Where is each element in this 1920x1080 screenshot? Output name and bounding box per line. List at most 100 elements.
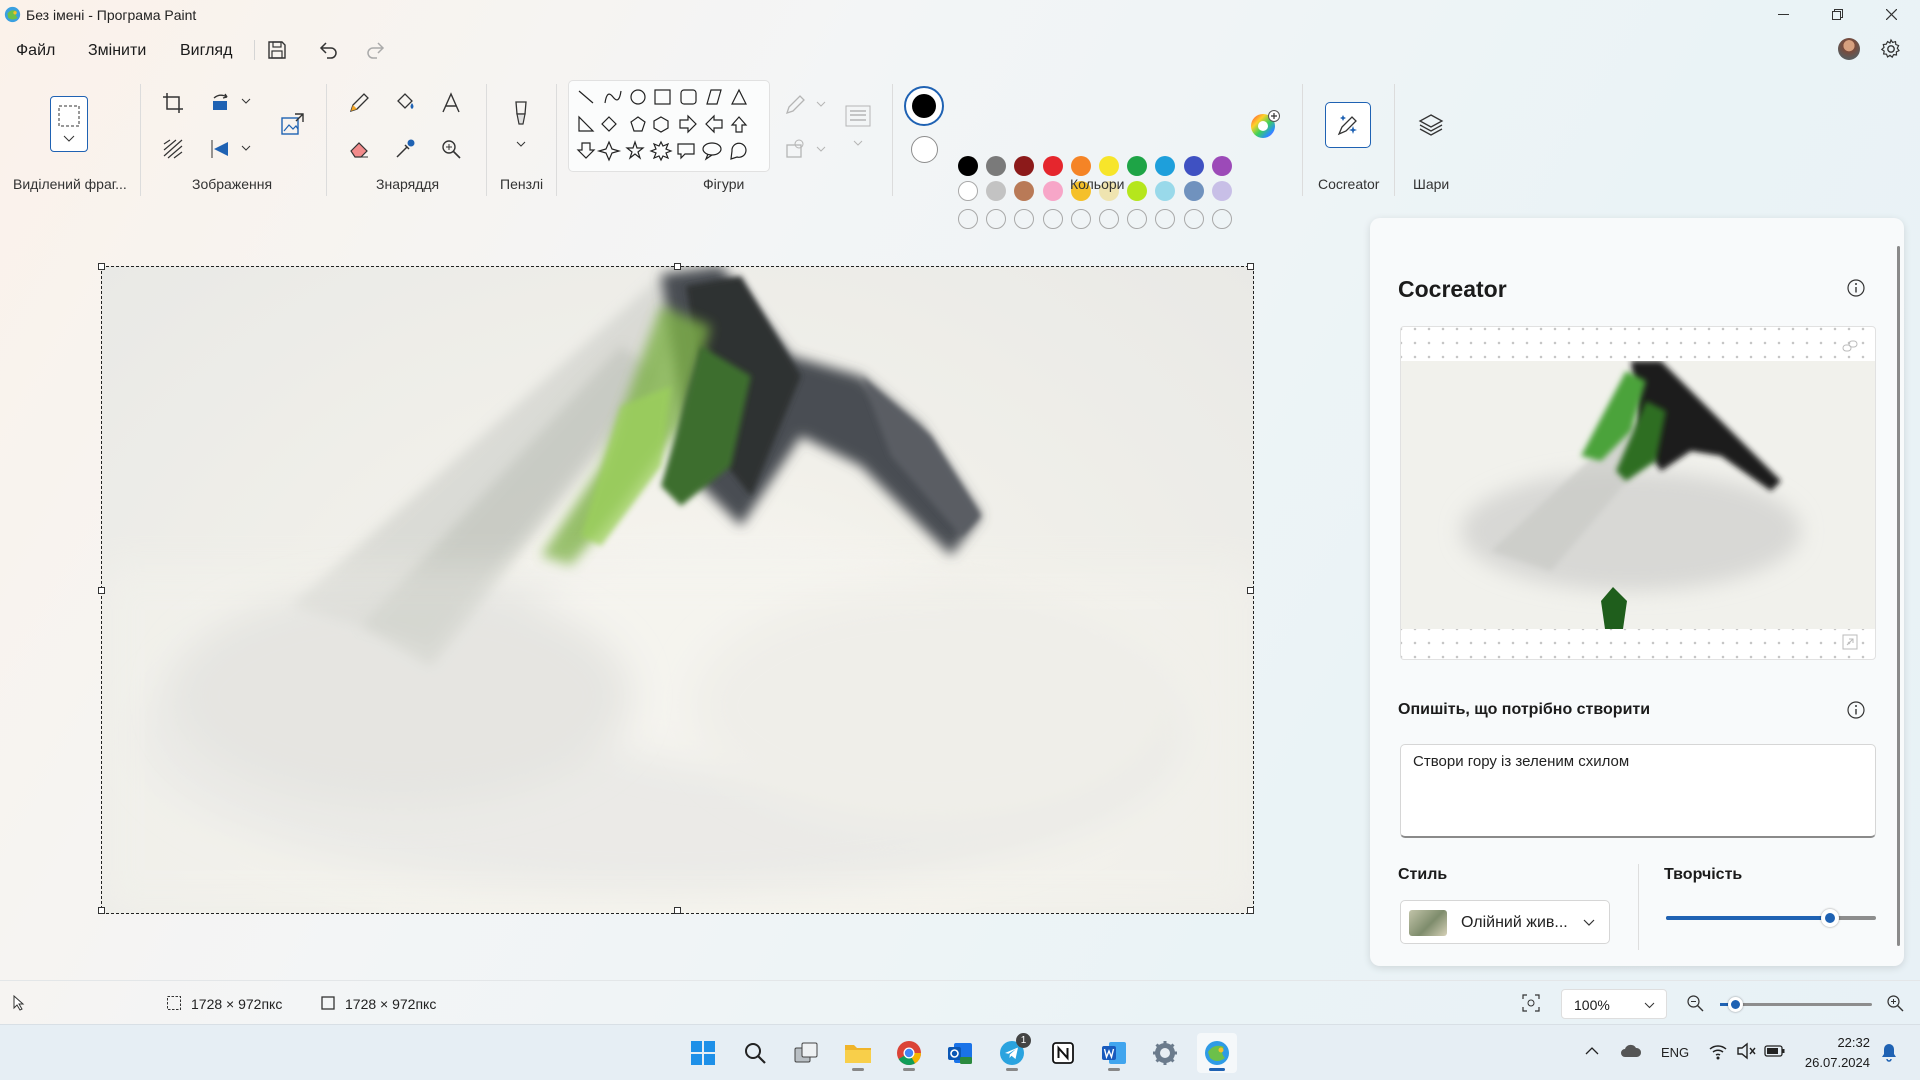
brush-icon[interactable]: [509, 100, 533, 128]
outlook-button[interactable]: [940, 1033, 980, 1073]
resize-handle-top[interactable]: [674, 263, 681, 270]
task-view-button[interactable]: [786, 1033, 826, 1073]
redo-icon[interactable]: [364, 39, 386, 61]
save-icon[interactable]: [266, 39, 288, 61]
resize-handle-left[interactable]: [98, 587, 105, 594]
menu-file[interactable]: Файл: [16, 42, 55, 60]
info-icon[interactable]: [1846, 700, 1866, 720]
palette-swatch[interactable]: [1042, 156, 1063, 176]
chevron-down-icon[interactable]: [516, 141, 526, 148]
resize-handle-bottom-right[interactable]: [1247, 907, 1254, 914]
close-button[interactable]: [1864, 0, 1918, 28]
word-button[interactable]: [1094, 1033, 1134, 1073]
zoom-dropdown[interactable]: 100%: [1561, 989, 1667, 1019]
image-creator-icon[interactable]: [279, 112, 305, 138]
fill-bucket-icon[interactable]: [394, 92, 416, 114]
palette-swatch[interactable]: [1127, 181, 1148, 201]
color2-button[interactable]: [911, 136, 938, 163]
minimize-button[interactable]: [1756, 0, 1810, 28]
palette-swatch[interactable]: [1155, 156, 1176, 176]
pencil-icon[interactable]: [348, 92, 370, 114]
fit-to-window-icon[interactable]: [1522, 994, 1540, 1012]
palette-swatch[interactable]: [1211, 181, 1232, 201]
input-language[interactable]: ENG: [1661, 1045, 1689, 1060]
resize-handle-top-left[interactable]: [98, 263, 105, 270]
palette-swatch[interactable]: [1099, 156, 1119, 176]
palette-swatch[interactable]: [1183, 181, 1204, 201]
selection-rectangle[interactable]: [98, 263, 1254, 914]
resize-handle-right[interactable]: [1247, 587, 1254, 594]
palette-swatch[interactable]: [1070, 156, 1091, 176]
panel-scrollbar[interactable]: [1897, 246, 1900, 946]
zoom-slider[interactable]: [1720, 997, 1872, 1012]
select-button[interactable]: [50, 96, 88, 152]
undo-icon[interactable]: [318, 39, 340, 61]
text-icon[interactable]: [440, 92, 462, 114]
chevron-down-icon[interactable]: [241, 145, 251, 152]
paint-taskbar-button[interactable]: [1197, 1033, 1237, 1073]
link-icon[interactable]: [1841, 337, 1859, 355]
color-picker-icon[interactable]: [394, 138, 416, 160]
cocreator-button[interactable]: [1325, 102, 1371, 148]
zoom-slider-thumb[interactable]: [1728, 997, 1744, 1012]
remove-background-icon[interactable]: [162, 138, 184, 160]
resize-handle-bottom-left[interactable]: [98, 907, 105, 914]
telegram-button[interactable]: 1: [992, 1033, 1032, 1073]
palette-swatch[interactable]: [1042, 181, 1063, 201]
palette-swatch[interactable]: [1183, 156, 1204, 176]
clock-time[interactable]: 22:32: [1834, 1035, 1870, 1050]
palette-swatch[interactable]: [958, 181, 978, 201]
notifications-bell-icon[interactable]: [1880, 1042, 1898, 1062]
palette-swatch[interactable]: [1014, 181, 1035, 201]
start-button[interactable]: [683, 1033, 723, 1073]
crop-icon[interactable]: [162, 92, 184, 114]
chrome-button[interactable]: [889, 1033, 929, 1073]
palette-swatch[interactable]: [1211, 156, 1232, 176]
shape-fill-icon[interactable]: [784, 138, 806, 160]
palette-swatch[interactable]: [1127, 156, 1148, 176]
chevron-down-icon[interactable]: [816, 146, 826, 153]
battery-icon[interactable]: [1764, 1044, 1786, 1058]
clock-date[interactable]: 26.07.2024: [1802, 1055, 1870, 1070]
wifi-icon[interactable]: [1708, 1042, 1728, 1060]
avatar[interactable]: [1838, 38, 1860, 60]
chevron-down-icon[interactable]: [816, 101, 826, 108]
prompt-input[interactable]: Створи гору із зеленим схилом: [1400, 744, 1876, 838]
menu-edit[interactable]: Змінити: [88, 42, 146, 60]
color1-button[interactable]: [904, 86, 944, 126]
resize-icon[interactable]: [210, 92, 232, 114]
onedrive-icon[interactable]: [1620, 1043, 1642, 1059]
restore-button[interactable]: [1810, 0, 1864, 28]
layers-icon[interactable]: [1418, 112, 1444, 138]
shapes-icon-grid[interactable]: [575, 87, 761, 171]
flip-icon[interactable]: [210, 138, 232, 160]
volume-muted-icon[interactable]: [1736, 1042, 1756, 1060]
settings-gear-icon[interactable]: [1880, 38, 1902, 60]
zoom-out-icon[interactable]: [1686, 994, 1704, 1012]
creativity-slider[interactable]: [1666, 909, 1876, 927]
shape-outline-icon[interactable]: [784, 94, 806, 116]
resize-handle-bottom[interactable]: [674, 907, 681, 914]
line-width-icon[interactable]: [844, 104, 872, 128]
notion-button[interactable]: [1043, 1033, 1083, 1073]
search-button[interactable]: [735, 1033, 775, 1073]
zoom-in-icon[interactable]: [1886, 994, 1904, 1012]
chevron-up-icon[interactable]: [1585, 1046, 1599, 1056]
expand-icon[interactable]: [1841, 633, 1859, 651]
info-icon[interactable]: [1846, 278, 1866, 298]
palette-swatch[interactable]: [1155, 181, 1176, 201]
edit-colors-icon[interactable]: [1249, 109, 1281, 141]
creativity-slider-thumb[interactable]: [1820, 909, 1839, 927]
menu-view[interactable]: Вигляд: [180, 42, 232, 60]
palette-swatch[interactable]: [958, 156, 978, 176]
resize-handle-top-right[interactable]: [1247, 263, 1254, 270]
chevron-down-icon[interactable]: [241, 98, 251, 105]
palette-swatch[interactable]: [986, 181, 1007, 201]
generated-image-preview[interactable]: [1400, 326, 1876, 660]
eraser-icon[interactable]: [348, 138, 370, 160]
chevron-down-icon[interactable]: [853, 140, 863, 147]
style-dropdown[interactable]: Олійний жив...: [1400, 900, 1610, 944]
settings-button[interactable]: [1145, 1033, 1185, 1073]
file-explorer-button[interactable]: [838, 1033, 878, 1073]
magnifier-icon[interactable]: [440, 138, 462, 160]
